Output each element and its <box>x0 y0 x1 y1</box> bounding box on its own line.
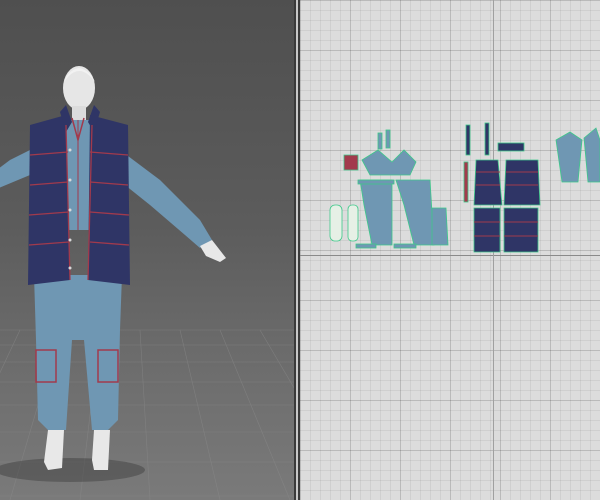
avatar-figure[interactable] <box>0 66 226 470</box>
2d-pattern-window[interactable] <box>300 0 600 500</box>
right-sleeve <box>120 150 212 248</box>
avatar-shadow <box>0 458 145 482</box>
vest-left-panel <box>28 115 70 285</box>
3d-scene <box>0 66 294 500</box>
left-foot <box>44 430 64 470</box>
pattern-group-sleeves[interactable] <box>555 127 600 183</box>
3d-viewport[interactable] <box>0 0 294 500</box>
pattern-group-suit[interactable] <box>329 129 449 249</box>
vest-right-panel <box>88 115 130 285</box>
right-foot <box>92 430 110 470</box>
pants <box>34 275 122 430</box>
pattern-pieces <box>329 122 600 253</box>
avatar-head <box>63 66 95 110</box>
pattern-group-vest[interactable] <box>463 122 541 253</box>
